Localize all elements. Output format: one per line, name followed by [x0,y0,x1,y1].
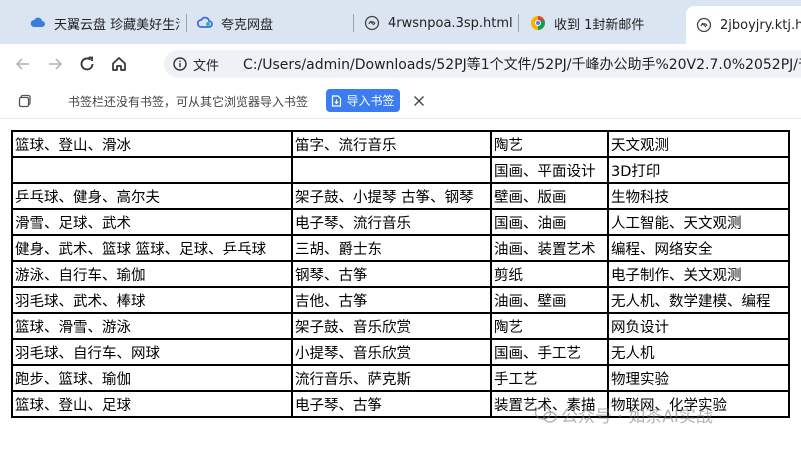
table-row: 健身、武术、篮球 篮球、足球、乒乓球 三胡、爵士东 油画、装置艺术 编程、网络安全 [11,234,790,262]
table-cell: 钢琴、古筝 [291,260,492,288]
bookmarks-bar: 书签栏还没有书签，可从其它浏览器导入书签 导入书签 [0,84,801,119]
url-text[interactable]: C:/Users/admin/Downloads/52PJ等1个文件/52PJ/… [243,54,801,74]
table-cell: 篮球、滑雪、游泳 [11,312,293,340]
tab-title: 天翼云盘 珍藏美好生活 [54,17,180,33]
reload-button[interactable] [77,54,97,74]
table-cell: 吉他、古筝 [291,286,492,314]
table-row: 跑步、篮球、瑜伽 流行音乐、萨克斯 手工艺 物理实验 [11,364,790,392]
tab-divider [353,14,354,32]
table-cell: 编程、网络安全 [607,234,790,262]
scheme-label: 文件 [193,58,220,74]
tab-html-file[interactable]: 4rwsnpoa.3sp.html [364,8,514,38]
reload-icon [80,56,94,71]
table-cell: 小提琴、音乐欣赏 [291,338,492,366]
quark-cloud-icon [197,16,213,28]
table-cell: 无人机 [607,338,790,366]
table-cell: 电子琴、流行音乐 [291,208,492,236]
table-cell: 架子鼓、小提琴 古筝、钢琴 [291,182,492,210]
address-bar[interactable]: 文件 C:/Users/admin/Downloads/52PJ等1个文件/52… [164,50,801,78]
page-content: 篮球、登山、滑冰 笛字、流行音乐 陶艺 天文观测 国画、平面设计 3D打印 乒乓球、健身、高… [0,119,801,450]
table-cell: 国画、油画 [490,208,609,236]
table-cell: 电子制作、关文观测 [607,260,790,288]
cloud-icon [30,17,45,27]
table-cell: 剪纸 [490,260,609,288]
wechat-icon [535,405,557,423]
hobby-table: 篮球、登山、滑冰 笛字、流行音乐 陶艺 天文观测 国画、平面设计 3D打印 乒乓球、健身、高… [11,130,790,418]
watermark: 公众号 · 如茶AI实战 [535,402,713,427]
info-icon[interactable] [173,57,187,71]
table-cell: 生物科技 [607,182,790,210]
table-row: 乒乓球、健身、高尔夫 架子鼓、小提琴 古筝、钢琴 壁画、版画 生物科技 [11,182,790,210]
tab-title: 4rwsnpoa.3sp.html [388,15,513,31]
table-cell: 架子鼓、音乐欣赏 [291,312,492,340]
tab-divider [518,14,519,32]
webpage-icon [364,15,380,31]
tab-new-mail[interactable]: 收到 1封新邮件 [530,8,680,38]
tab-strip: 天翼云盘 珍藏美好生活 夸克网盘 4rwsnpoa.3sp.html 收到 1封… [0,0,801,44]
tab-quark-cloud[interactable]: 夸克网盘 [197,8,347,38]
close-icon[interactable] [413,95,425,107]
watermark-text: 公众号 · 如茶AI实战 [561,407,713,427]
table-cell: 无人机、数学建模、编程 [607,286,790,314]
table-cell: 3D打印 [607,156,790,184]
file-import-icon [332,94,342,107]
table-row: 篮球、登山、滑冰 笛字、流行音乐 陶艺 天文观测 [11,130,790,158]
table-row: 羽毛球、自行车、网球 小提琴、音乐欣赏 国画、手工艺 无人机 [11,338,790,366]
hobby-table-body: 篮球、登山、滑冰 笛字、流行音乐 陶艺 天文观测 国画、平面设计 3D打印 乒乓球、健身、高… [11,130,790,418]
table-cell: 网负设计 [607,312,790,340]
table-cell: 电子琴、古筝 [291,390,492,418]
table-cell: 篮球、登山、滑冰 [11,130,293,158]
webpage-icon [696,17,712,33]
tab-tianyi-cloud[interactable]: 天翼云盘 珍藏美好生活 [30,8,180,38]
tab-grid-icon[interactable] [18,94,32,108]
table-cell: 国画、平面设计 [490,156,609,184]
table-cell: 流行音乐、萨克斯 [291,364,492,392]
toolbar: 文件 C:/Users/admin/Downloads/52PJ等1个文件/52… [0,44,801,84]
arrow-right-icon [49,58,63,70]
forward-button[interactable] [45,54,65,74]
table-cell: 游泳、自行车、瑜伽 [11,260,293,288]
table-cell: 跑步、篮球、瑜伽 [11,364,293,392]
table-cell: 国画、手工艺 [490,338,609,366]
table-cell: 手工艺 [490,364,609,392]
table-cell [291,156,492,184]
tab-title: 收到 1封新邮件 [554,17,645,33]
tab-active-file[interactable]: 2jboyjry.ktj.htm [686,6,801,44]
home-button[interactable] [109,54,129,74]
arrow-left-icon [15,58,29,70]
table-cell: 笛字、流行音乐 [291,130,492,158]
back-button[interactable] [13,54,33,74]
table-cell: 羽毛球、自行车、网球 [11,338,293,366]
tab-divider [186,14,187,32]
table-cell: 篮球、登山、足球 [11,390,293,418]
table-cell: 油画、装置艺术 [490,234,609,262]
table-cell: 陶艺 [490,312,609,340]
table-cell: 油画、壁画 [490,286,609,314]
table-row: 滑雪、足球、武术 电子琴、流行音乐 国画、油画 人工智能、天文观测 [11,208,790,236]
table-cell: 天文观测 [607,130,790,158]
bookmarks-empty-message: 书签栏还没有书签，可从其它浏览器导入书签 [68,95,309,109]
table-cell: 滑雪、足球、武术 [11,208,293,236]
import-bookmarks-label: 导入书签 [346,94,395,108]
table-cell: 陶艺 [490,130,609,158]
table-cell: 物理实验 [607,364,790,392]
tab-title: 夸克网盘 [221,17,274,33]
tab-title: 2jboyjry.ktj.htm [720,17,801,33]
table-cell: 羽毛球、武术、棒球 [11,286,293,314]
table-row: 篮球、滑雪、游泳 架子鼓、音乐欣赏 陶艺 网负设计 [11,312,790,340]
table-row: 游泳、自行车、瑜伽 钢琴、古筝 剪纸 电子制作、关文观测 [11,260,790,288]
table-cell: 乒乓球、健身、高尔夫 [11,182,293,210]
mail-icon [531,16,545,30]
import-bookmarks-button[interactable]: 导入书签 [326,89,400,112]
table-cell: 健身、武术、篮球 篮球、足球、乒乓球 [11,234,293,262]
table-row: 国画、平面设计 3D打印 [11,156,790,184]
home-icon [112,57,126,71]
table-cell: 人工智能、天文观测 [607,208,790,236]
table-cell: 壁画、版画 [490,182,609,210]
table-row: 羽毛球、武术、棒球 吉他、古筝 油画、壁画 无人机、数学建模、编程 [11,286,790,314]
table-cell [11,156,293,184]
table-cell: 三胡、爵士东 [291,234,492,262]
